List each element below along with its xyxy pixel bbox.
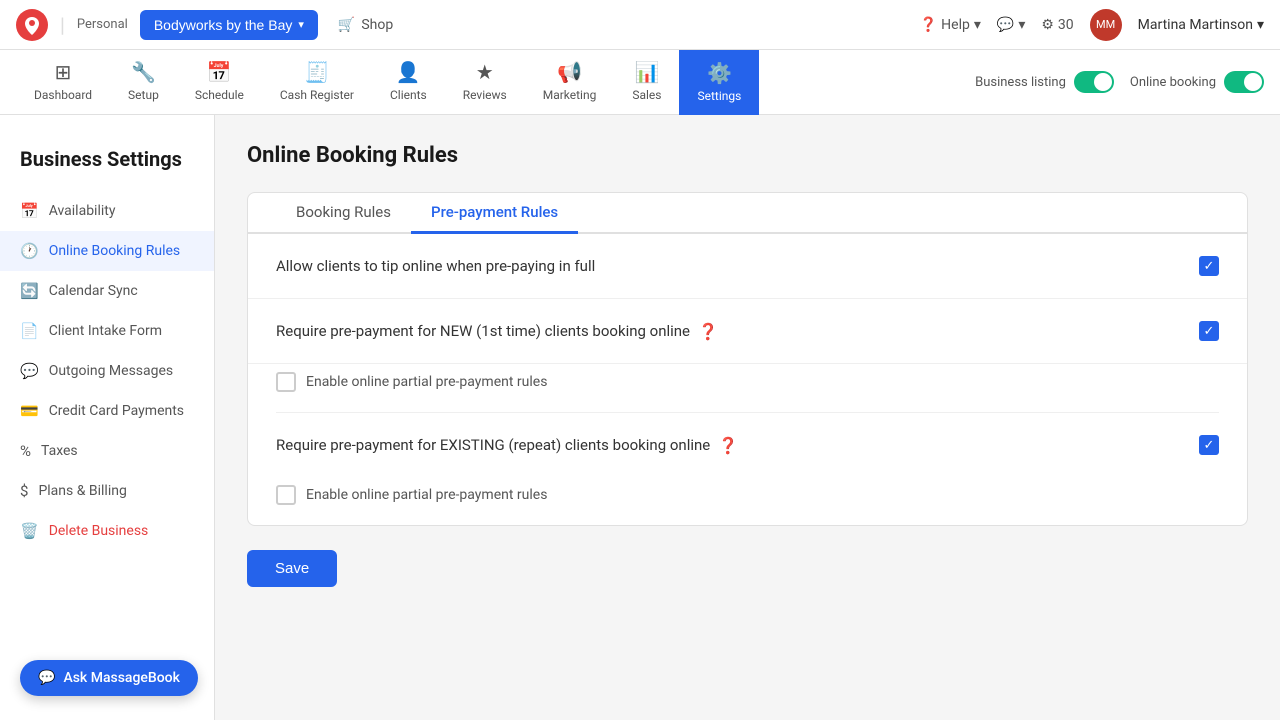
chat-fab[interactable]: 💬 Ask MassageBook bbox=[20, 660, 198, 696]
sidebar-item-delete-business[interactable]: 🗑️ Delete Business bbox=[0, 511, 214, 551]
user-menu[interactable]: Martina Martinson ▾ bbox=[1138, 17, 1264, 33]
percent-icon: % bbox=[20, 442, 31, 460]
sidebar-item-outgoing-messages[interactable]: 💬 Outgoing Messages bbox=[0, 351, 214, 391]
dollar-icon: $ bbox=[20, 482, 28, 500]
chat-fab-icon: 💬 bbox=[38, 670, 55, 686]
help-circle-icon-2[interactable]: ❓ bbox=[718, 436, 738, 455]
reviews-icon: ★ bbox=[476, 60, 494, 84]
schedule-icon: 📅 bbox=[207, 60, 232, 84]
toggle-knob bbox=[1094, 73, 1112, 91]
nav-toggles: Business listing Online booking bbox=[975, 71, 1264, 93]
trash-icon: 🗑️ bbox=[20, 522, 39, 540]
nav-schedule[interactable]: 📅 Schedule bbox=[177, 50, 262, 115]
toggle-knob-2 bbox=[1244, 73, 1262, 91]
rule-existing-client-prepayment: Require pre-payment for EXISTING (repeat… bbox=[248, 413, 1247, 477]
rule-new-client-group: Require pre-payment for NEW (1st time) c… bbox=[248, 299, 1247, 413]
page-title: Business Settings bbox=[0, 131, 214, 191]
document-icon: 📄 bbox=[20, 322, 39, 340]
rule-new-client-label: Require pre-payment for NEW (1st time) c… bbox=[276, 322, 718, 341]
nav-settings[interactable]: ⚙️ Settings bbox=[679, 50, 759, 115]
nav-marketing[interactable]: 📢 Marketing bbox=[525, 50, 615, 115]
rule-tip-online-checkbox[interactable]: ✓ bbox=[1199, 256, 1219, 276]
app-logo bbox=[16, 9, 48, 41]
settings-icon: ⚙️ bbox=[707, 61, 732, 85]
rule-tip-online: Allow clients to tip online when pre-pay… bbox=[248, 234, 1247, 299]
top-bar: | Personal Bodyworks by the Bay ▾ 🛒 Shop… bbox=[0, 0, 1280, 50]
chat-button[interactable]: 💬 ▾ bbox=[997, 17, 1025, 33]
online-booking-toggle[interactable] bbox=[1224, 71, 1264, 93]
user-chevron-icon: ▾ bbox=[1257, 17, 1264, 33]
business-listing-toggle-group: Business listing bbox=[975, 71, 1114, 93]
sync-icon: 🔄 bbox=[20, 282, 39, 300]
online-booking-toggle-group: Online booking bbox=[1130, 71, 1264, 93]
rule-new-client-partial-label: Enable online partial pre-payment rules bbox=[306, 374, 547, 390]
nav-sales[interactable]: 📊 Sales bbox=[614, 50, 679, 115]
rule-existing-client-partial-label: Enable online partial pre-payment rules bbox=[306, 487, 547, 503]
divider-line: | bbox=[60, 13, 65, 37]
rule-existing-client-partial-checkbox[interactable] bbox=[276, 485, 296, 505]
tab-booking-rules[interactable]: Booking Rules bbox=[276, 193, 411, 234]
sidebar-item-client-intake-form[interactable]: 📄 Client Intake Form bbox=[0, 311, 214, 351]
save-button[interactable]: Save bbox=[247, 550, 337, 587]
setup-icon: 🔧 bbox=[131, 60, 156, 84]
section-title: Online Booking Rules bbox=[247, 143, 1248, 168]
rule-existing-client-sub-row: Enable online partial pre-payment rules bbox=[248, 477, 1247, 525]
business-listing-toggle[interactable] bbox=[1074, 71, 1114, 93]
chevron-down-icon: ▾ bbox=[298, 18, 304, 31]
page: Business Settings 📅 Availability 🕐 Onlin… bbox=[0, 115, 1280, 720]
rule-new-client-sub-row: Enable online partial pre-payment rules bbox=[248, 364, 1247, 412]
rule-existing-client-group: Require pre-payment for EXISTING (repeat… bbox=[248, 413, 1247, 525]
dashboard-icon: ⊞ bbox=[55, 60, 72, 84]
sidebar-item-calendar-sync[interactable]: 🔄 Calendar Sync bbox=[0, 271, 214, 311]
help-chevron-icon: ▾ bbox=[974, 17, 981, 33]
content-card: Booking Rules Pre-payment Rules Allow cl… bbox=[247, 192, 1248, 526]
sidebar-item-availability[interactable]: 📅 Availability bbox=[0, 191, 214, 231]
sidebar-item-taxes[interactable]: % Taxes bbox=[0, 431, 214, 471]
sidebar-item-credit-card-payments[interactable]: 💳 Credit Card Payments bbox=[0, 391, 214, 431]
settings-icon: ⚙ bbox=[1041, 17, 1054, 33]
shop-link[interactable]: 🛒 Shop bbox=[338, 17, 393, 33]
help-button[interactable]: ❓ Help ▾ bbox=[920, 17, 981, 33]
sidebar: Business Settings 📅 Availability 🕐 Onlin… bbox=[0, 115, 215, 720]
nav-dashboard[interactable]: ⊞ Dashboard bbox=[16, 50, 110, 115]
credit-card-icon: 💳 bbox=[20, 402, 39, 420]
clock-icon: 🕐 bbox=[20, 242, 39, 260]
rule-existing-client-label: Require pre-payment for EXISTING (repeat… bbox=[276, 436, 738, 455]
shop-icon: 🛒 bbox=[338, 17, 355, 33]
rule-new-client-prepayment: Require pre-payment for NEW (1st time) c… bbox=[248, 299, 1247, 364]
chat-chevron-icon: ▾ bbox=[1018, 17, 1025, 33]
main-content: Online Booking Rules Booking Rules Pre-p… bbox=[215, 115, 1280, 720]
nav-cash-register[interactable]: 🧾 Cash Register bbox=[262, 50, 372, 115]
sidebar-item-online-booking-rules[interactable]: 🕐 Online Booking Rules bbox=[0, 231, 214, 271]
nav-clients[interactable]: 👤 Clients bbox=[372, 50, 445, 115]
help-icon: ❓ bbox=[920, 17, 937, 33]
help-circle-icon[interactable]: ❓ bbox=[698, 322, 718, 341]
nav-setup[interactable]: 🔧 Setup bbox=[110, 50, 177, 115]
marketing-icon: 📢 bbox=[557, 60, 582, 84]
clients-icon: 👤 bbox=[396, 60, 421, 84]
rule-new-client-partial-checkbox[interactable] bbox=[276, 372, 296, 392]
avatar: MM bbox=[1090, 9, 1122, 41]
sales-icon: 📊 bbox=[634, 60, 659, 84]
notifications-button[interactable]: ⚙ 30 bbox=[1041, 17, 1073, 33]
nav-reviews[interactable]: ★ Reviews bbox=[445, 50, 525, 115]
message-icon: 💬 bbox=[20, 362, 39, 380]
personal-label: Personal bbox=[77, 17, 128, 32]
chat-icon: 💬 bbox=[997, 17, 1014, 33]
rule-new-client-checkbox[interactable]: ✓ bbox=[1199, 321, 1219, 341]
cash-register-icon: 🧾 bbox=[304, 60, 329, 84]
icon-nav: ⊞ Dashboard 🔧 Setup 📅 Schedule 🧾 Cash Re… bbox=[0, 50, 1280, 115]
sidebar-item-plans-billing[interactable]: $ Plans & Billing bbox=[0, 471, 214, 511]
tabs: Booking Rules Pre-payment Rules bbox=[248, 193, 1247, 234]
calendar-icon: 📅 bbox=[20, 202, 39, 220]
business-selector[interactable]: Bodyworks by the Bay ▾ bbox=[140, 10, 318, 40]
tab-pre-payment-rules[interactable]: Pre-payment Rules bbox=[411, 193, 578, 234]
top-bar-right: ❓ Help ▾ 💬 ▾ ⚙ 30 MM Martina Martinson ▾ bbox=[920, 9, 1264, 41]
rule-tip-online-label: Allow clients to tip online when pre-pay… bbox=[276, 257, 595, 275]
rule-existing-client-checkbox[interactable]: ✓ bbox=[1199, 435, 1219, 455]
